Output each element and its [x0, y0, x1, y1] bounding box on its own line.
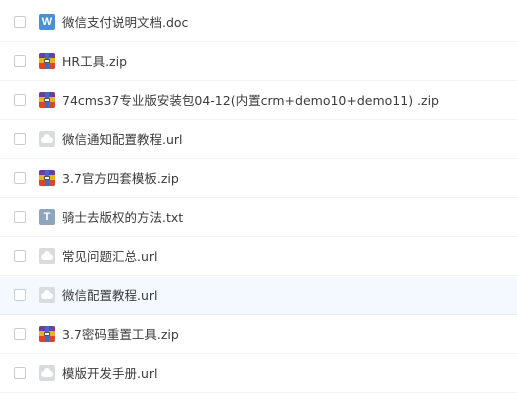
file-name-link[interactable]: 3.7密码重置工具.zip — [62, 327, 179, 343]
file-row[interactable]: T 骑士去版权的方法.txt — [0, 199, 517, 237]
file-name-link[interactable]: HR工具.zip — [62, 54, 127, 70]
row-checkbox[interactable] — [14, 289, 26, 301]
file-row[interactable]: 3.7密码重置工具.zip — [0, 316, 517, 354]
row-checkbox[interactable] — [14, 133, 26, 145]
row-checkbox[interactable] — [14, 94, 26, 106]
file-name-link[interactable]: 骑士去版权的方法.txt — [62, 210, 183, 226]
file-row[interactable]: 微信通知配置教程.url — [0, 121, 517, 159]
row-checkbox[interactable] — [14, 211, 26, 223]
text-file-icon: T — [39, 209, 55, 225]
file-name-link[interactable]: 常见问题汇总.url — [62, 249, 158, 265]
file-row[interactable]: 74cms37专业版安装包04-12(内置crm+demo10+demo11) … — [0, 82, 517, 120]
row-checkbox[interactable] — [14, 250, 26, 262]
url-link-icon — [39, 131, 55, 147]
zip-archive-icon — [39, 326, 55, 342]
row-checkbox[interactable] — [14, 328, 26, 340]
url-link-icon — [39, 365, 55, 381]
file-row[interactable]: HR工具.zip — [0, 43, 517, 81]
file-row[interactable]: 3.7官方四套模板.zip — [0, 160, 517, 198]
file-row[interactable]: 微信配置教程.url — [0, 277, 517, 315]
file-name-link[interactable]: 模版开发手册.url — [62, 366, 158, 382]
word-doc-icon: W — [39, 14, 55, 30]
url-link-icon — [39, 248, 55, 264]
file-name-link[interactable]: 3.7官方四套模板.zip — [62, 171, 179, 187]
zip-archive-icon — [39, 170, 55, 186]
url-link-icon — [39, 287, 55, 303]
file-name-link[interactable]: 微信配置教程.url — [62, 288, 158, 304]
row-checkbox[interactable] — [14, 55, 26, 67]
file-row[interactable]: 常见问题汇总.url — [0, 238, 517, 276]
row-checkbox[interactable] — [14, 172, 26, 184]
file-row[interactable]: 模版开发手册.url — [0, 355, 517, 393]
file-name-link[interactable]: 微信通知配置教程.url — [62, 132, 183, 148]
row-checkbox[interactable] — [14, 16, 26, 28]
file-name-link[interactable]: 微信支付说明文档.doc — [62, 15, 188, 31]
zip-archive-icon — [39, 92, 55, 108]
file-row[interactable]: W 微信支付说明文档.doc — [0, 4, 517, 42]
row-checkbox[interactable] — [14, 367, 26, 379]
file-list: W 微信支付说明文档.doc HR工具.zip 74cms37专业版安装包04-… — [0, 0, 517, 400]
zip-archive-icon — [39, 53, 55, 69]
file-name-link[interactable]: 74cms37专业版安装包04-12(内置crm+demo10+demo11) … — [62, 93, 439, 109]
